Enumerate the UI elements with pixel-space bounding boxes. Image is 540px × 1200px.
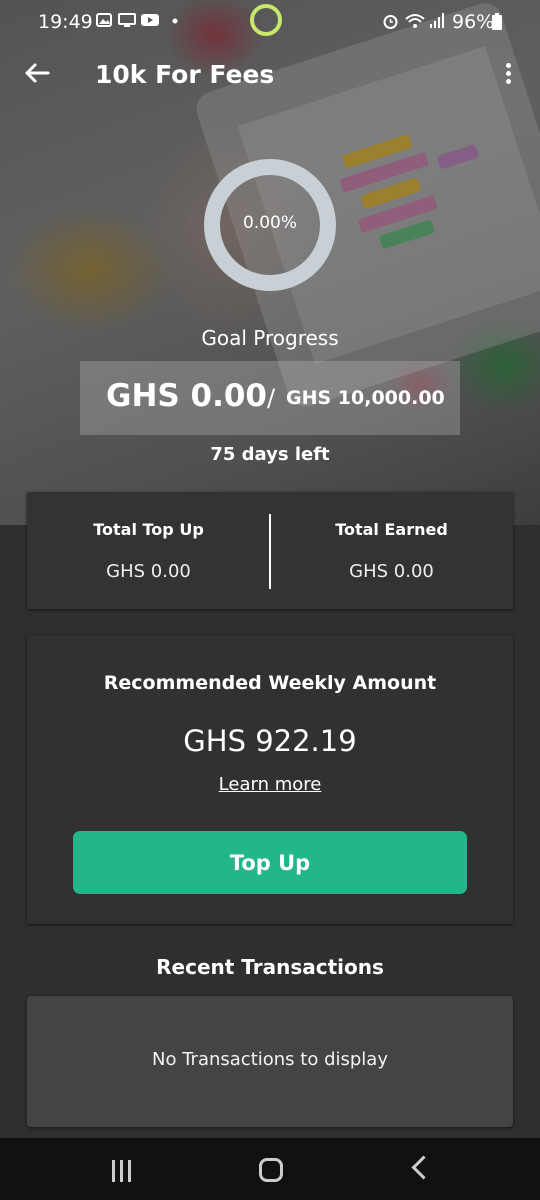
totals-card: Total Top Up GHS 0.00 Total Earned GHS 0… [27,492,513,609]
total-earned: Total Earned GHS 0.00 [270,520,513,582]
total-earned-value: GHS 0.00 [349,561,434,582]
wifi-icon [405,13,425,33]
total-top-up-label: Total Top Up [93,520,204,539]
dot-icon [172,13,178,31]
page-title: 10k For Fees [95,60,275,89]
amount-separator: / [267,384,276,412]
activity-ring-icon [250,4,282,36]
recommended-weekly-card: Recommended Weekly Amount GHS 922.19 Lea… [27,636,513,924]
total-top-up: Total Top Up GHS 0.00 [27,520,270,582]
goal-amount-box: GHS 0.00 / GHS 10,000.00 [80,361,460,435]
system-back-icon[interactable] [411,1155,436,1180]
top-up-button[interactable]: Top Up [73,831,467,894]
youtube-icon [141,13,159,31]
target-amount: GHS 10,000.00 [286,387,445,409]
more-options-icon[interactable] [498,60,518,90]
app-bar: 10k For Fees [0,48,540,104]
battery-percentage: 96% [452,11,495,33]
recent-apps-icon[interactable] [110,1160,134,1182]
image-icon [96,13,112,31]
recommended-weekly-amount: GHS 922.19 [183,724,357,758]
current-amount: GHS 0.00 [106,378,267,414]
no-transactions-message: No Transactions to display [152,1049,388,1070]
home-icon[interactable] [259,1158,283,1182]
screen-cast-icon [118,13,136,31]
total-earned-label: Total Earned [335,520,448,539]
recommended-weekly-title: Recommended Weekly Amount [103,672,437,694]
system-nav-bar [0,1138,540,1200]
recent-transactions-title: Recent Transactions [156,955,384,979]
alarm-icon [382,13,399,33]
goal-progress-percent: 0.00% [242,213,297,233]
goal-progress-label: Goal Progress [201,326,339,350]
back-arrow-icon[interactable] [22,58,52,88]
total-top-up-value: GHS 0.00 [106,561,191,582]
signal-icon [428,13,446,33]
battery-icon [492,13,502,34]
status-time: 19:49 [38,11,93,33]
days-left: 75 days left [210,444,330,465]
status-bar: 19:49 96% [0,0,540,44]
learn-more-link[interactable]: Learn more [27,774,513,795]
transactions-card: No Transactions to display [27,996,513,1127]
